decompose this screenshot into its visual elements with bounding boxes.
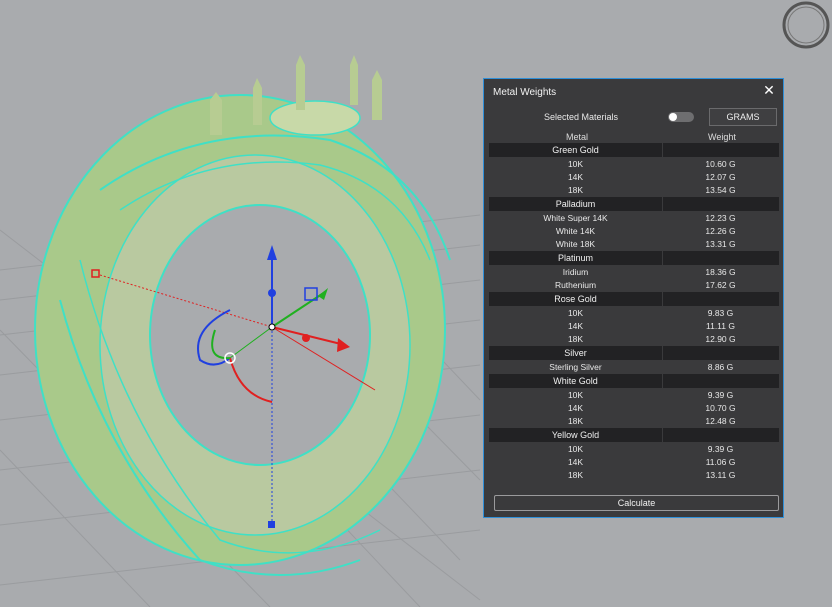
metal-cell: 14K: [567, 457, 584, 467]
table-row: Sterling Silver 8.86 G: [489, 361, 779, 374]
group-header-row: Palladium: [489, 197, 779, 212]
metal-cell: 10K: [567, 444, 584, 454]
group-name: Yellow Gold: [489, 428, 663, 442]
table-row: 18K 13.54 G: [489, 184, 779, 197]
weight-cell: 9.83 G: [707, 308, 734, 318]
weight-cell: 9.39 G: [707, 444, 734, 454]
toggle-knob: [669, 113, 677, 121]
weight-cell: 12.07 G: [705, 172, 736, 182]
weight-cell: 12.23 G: [705, 213, 736, 223]
group-name: Green Gold: [489, 143, 663, 157]
weight-cell: 12.48 G: [705, 416, 736, 426]
units-button[interactable]: GRAMS: [709, 108, 777, 126]
metal-cell: 18K: [567, 470, 584, 480]
metal-weights-panel: Metal Weights ✕ Selected Materials GRAMS…: [483, 78, 784, 518]
panel-title: Metal Weights: [493, 87, 557, 98]
weight-cell: 9.39 G: [707, 390, 734, 400]
column-header-metal: Metal: [566, 132, 589, 142]
table-row: White 14K 12.26 G: [489, 225, 779, 238]
calculate-button[interactable]: Calculate: [494, 495, 779, 511]
weight-cell: 12.26 G: [705, 226, 736, 236]
metal-cell: 18K: [567, 185, 584, 195]
table-row: 18K 12.48 G: [489, 415, 779, 428]
table-row: 14K 12.07 G: [489, 171, 779, 184]
metal-cell: 14K: [567, 321, 584, 331]
group-header-row: Silver: [489, 346, 779, 361]
table-row: 14K 11.06 G: [489, 456, 779, 469]
table-row: Ruthenium 17.62 G: [489, 279, 779, 292]
metal-cell: Ruthenium: [554, 280, 597, 290]
weight-cell: 17.62 G: [705, 280, 736, 290]
metal-cell: 10K: [567, 308, 584, 318]
group-name: Rose Gold: [489, 292, 663, 306]
metal-cell: 18K: [567, 416, 584, 426]
table-row: 14K 10.70 G: [489, 402, 779, 415]
weight-cell: 18.36 G: [705, 267, 736, 277]
weight-cell: 13.31 G: [705, 239, 736, 249]
metal-weights-table: Green Gold 10K 10.60 G 14K 12.07 G 18K 13.54 G…: [489, 143, 779, 482]
group-header-row: Platinum: [489, 251, 779, 266]
selected-materials-toggle[interactable]: [668, 112, 694, 122]
table-row: White Super 14K 12.23 G: [489, 212, 779, 225]
table-row: 10K 9.39 G: [489, 389, 779, 402]
table-row: 10K 9.39 G: [489, 443, 779, 456]
selected-materials-label: Selected Materials: [544, 112, 619, 122]
group-name: Silver: [489, 346, 663, 360]
metal-cell: 18K: [567, 334, 584, 344]
table-row: 18K 12.90 G: [489, 333, 779, 346]
weight-cell: 8.86 G: [707, 362, 734, 372]
weight-cell: 12.90 G: [705, 334, 736, 344]
metal-cell: 10K: [567, 390, 584, 400]
group-header-row: White Gold: [489, 374, 779, 389]
group-name: White Gold: [489, 374, 663, 388]
metal-cell: 14K: [567, 172, 584, 182]
weight-cell: 10.60 G: [705, 159, 736, 169]
group-header-row: Yellow Gold: [489, 428, 779, 443]
close-icon[interactable]: ✕: [762, 83, 776, 97]
table-row: 10K 10.60 G: [489, 158, 779, 171]
table-row: 18K 13.11 G: [489, 469, 779, 482]
metal-cell: 14K: [567, 403, 584, 413]
table-row: 14K 11.11 G: [489, 320, 779, 333]
metal-cell: White 14K: [555, 226, 596, 236]
metal-cell: White 18K: [555, 239, 596, 249]
table-row: Iridium 18.36 G: [489, 266, 779, 279]
weight-cell: 11.06 G: [705, 457, 736, 467]
group-header-row: Rose Gold: [489, 292, 779, 307]
metal-cell: 10K: [567, 159, 584, 169]
weight-cell: 10.70 G: [705, 403, 736, 413]
weight-cell: 13.11 G: [705, 470, 736, 480]
weight-cell: 11.11 G: [706, 321, 735, 331]
weight-cell: 13.54 G: [705, 185, 736, 195]
metal-cell: White Super 14K: [543, 213, 608, 223]
table-row: 10K 9.83 G: [489, 307, 779, 320]
table-row: White 18K 13.31 G: [489, 238, 779, 251]
metal-cell: Sterling Silver: [549, 362, 602, 372]
group-header-row: Green Gold: [489, 143, 779, 158]
metal-cell: Iridium: [562, 267, 589, 277]
group-name: Palladium: [489, 197, 663, 211]
group-name: Platinum: [489, 251, 663, 265]
column-header-weight: Weight: [708, 132, 736, 142]
